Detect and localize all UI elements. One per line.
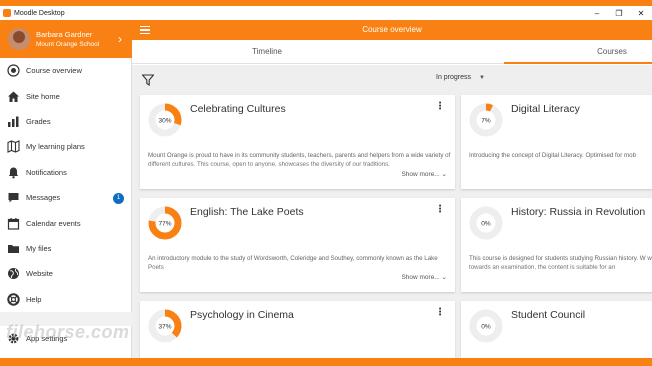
course-card[interactable]: 30% Celebrating Cultures ⋮ Mount Orange … [140, 95, 455, 189]
help-icon [6, 292, 20, 306]
close-button[interactable]: ✕ [630, 6, 652, 20]
more-options-icon[interactable]: ⋮ [435, 101, 445, 112]
progress-ring: 0% [469, 309, 503, 343]
profile-header[interactable]: Barbara Gardner Mount Orange School › [0, 20, 132, 58]
app-header: Course overview [132, 20, 652, 40]
sidebar-item-label: Help [26, 294, 42, 304]
window-titlebar: Moodle Desktop – ❐ ✕ [0, 6, 652, 20]
tab-bar: Timeline Courses [132, 40, 652, 64]
progress-percent: 77% [158, 220, 171, 227]
course-title[interactable]: History: Russia in Revolution [511, 206, 645, 218]
sidebar-item-my-files[interactable]: My files [0, 236, 132, 261]
more-options-icon[interactable]: ⋮ [435, 307, 445, 318]
sidebar-item-help[interactable]: Help [0, 287, 132, 312]
course-description: Introducing the concept of Digital Liter… [469, 152, 637, 159]
sidebar-item-label: Notifications [26, 167, 67, 177]
show-more-link[interactable]: Show more... ⌄ [401, 273, 447, 281]
progress-percent: 0% [481, 220, 491, 227]
globe-icon [6, 267, 20, 281]
course-card[interactable]: 77% English: The Lake Poets ⋮ An introdu… [140, 198, 455, 292]
course-title[interactable]: Celebrating Cultures [190, 103, 286, 115]
window-title: Moodle Desktop [14, 9, 65, 17]
progress-ring: 30% [148, 103, 182, 137]
bell-icon [6, 165, 20, 179]
avatar [8, 28, 30, 50]
minimize-button[interactable]: – [586, 6, 608, 20]
progress-percent: 37% [158, 323, 171, 330]
course-card[interactable]: 0% History: Russia in Revolution This co… [461, 198, 652, 292]
sidebar-item-notifications[interactable]: Notifications [0, 160, 132, 185]
map-icon [6, 140, 20, 154]
home-icon [6, 89, 20, 103]
sidebar-item-label: Calendar events [26, 218, 81, 228]
sidebar-item-label: Website [26, 269, 53, 279]
sidebar-item-website[interactable]: Website [0, 261, 132, 286]
course-title[interactable]: Student Council [511, 309, 585, 321]
window-bottom-accent [0, 358, 652, 366]
course-title[interactable]: Psychology in Cinema [190, 309, 294, 321]
progress-ring: 0% [469, 206, 503, 240]
sidebar-item-grades[interactable]: Grades [0, 109, 132, 134]
course-title[interactable]: English: The Lake Poets [190, 206, 304, 218]
status-filter-value: In progress [436, 74, 472, 81]
tab-courses[interactable]: Courses [572, 40, 652, 64]
status-filter-select[interactable]: In progress ▼ [436, 74, 485, 81]
grades-icon [6, 114, 20, 128]
progress-percent: 0% [481, 323, 491, 330]
profile-name: Barbara Gardner [36, 29, 93, 39]
sidebar-item-label: Messages [26, 193, 61, 203]
filter-icon[interactable] [141, 73, 155, 86]
caret-down-icon: ▼ [479, 74, 485, 81]
course-card[interactable]: 0% Student Council [461, 301, 652, 358]
app-icon [3, 9, 11, 17]
progress-ring: 77% [148, 206, 182, 240]
progress-percent: 30% [158, 117, 171, 124]
chat-icon [6, 191, 20, 205]
progress-ring: 37% [148, 309, 182, 343]
window-controls: – ❐ ✕ [586, 6, 652, 20]
sidebar-item-site-home[interactable]: Site home [0, 83, 132, 108]
sidebar-item-label: Course overview [26, 66, 82, 76]
watermark-logo: filehorse.com [6, 322, 130, 342]
chevron-right-icon: › [118, 32, 122, 46]
page-title: Course overview [362, 25, 422, 34]
sidebar-item-label: My files [26, 243, 52, 253]
show-more-link[interactable]: Show more... ⌄ [401, 170, 447, 178]
sidebar-item-calendar[interactable]: Calendar events [0, 210, 132, 235]
course-overview-icon [6, 64, 20, 78]
course-title[interactable]: Digital Literacy [511, 103, 580, 115]
tab-timeline[interactable]: Timeline [222, 40, 312, 64]
sidebar-item-label: Site home [26, 91, 60, 101]
calendar-icon [6, 216, 20, 230]
sidebar-item-messages[interactable]: Messages 1 [0, 185, 132, 210]
sidebar-item-course-overview[interactable]: Course overview [0, 58, 132, 83]
course-list: In progress ▼ 30% Celebrating Cultures ⋮… [132, 65, 652, 358]
sidebar-item-label: My learning plans [26, 142, 85, 152]
description-fade [461, 266, 652, 278]
messages-count-badge: 1 [113, 192, 124, 204]
more-options-icon[interactable]: ⋮ [435, 204, 445, 215]
maximize-button[interactable]: ❐ [608, 6, 630, 20]
progress-percent: 7% [481, 117, 491, 124]
sidebar-menu: Course overview Site home Grades My lear… [0, 58, 132, 351]
progress-ring: 7% [469, 103, 503, 137]
sidebar-item-learning-plans[interactable]: My learning plans [0, 134, 132, 159]
profile-school: Mount Orange School [36, 40, 100, 48]
sidebar-item-label: Grades [26, 116, 51, 126]
course-card[interactable]: 37% Psychology in Cinema ⋮ [140, 301, 455, 358]
active-tab-indicator [504, 62, 652, 64]
folder-icon [6, 241, 20, 255]
course-card[interactable]: 7% Digital Literacy Introducing the conc… [461, 95, 652, 189]
sidebar: Barbara Gardner Mount Orange School › Co… [0, 20, 132, 366]
